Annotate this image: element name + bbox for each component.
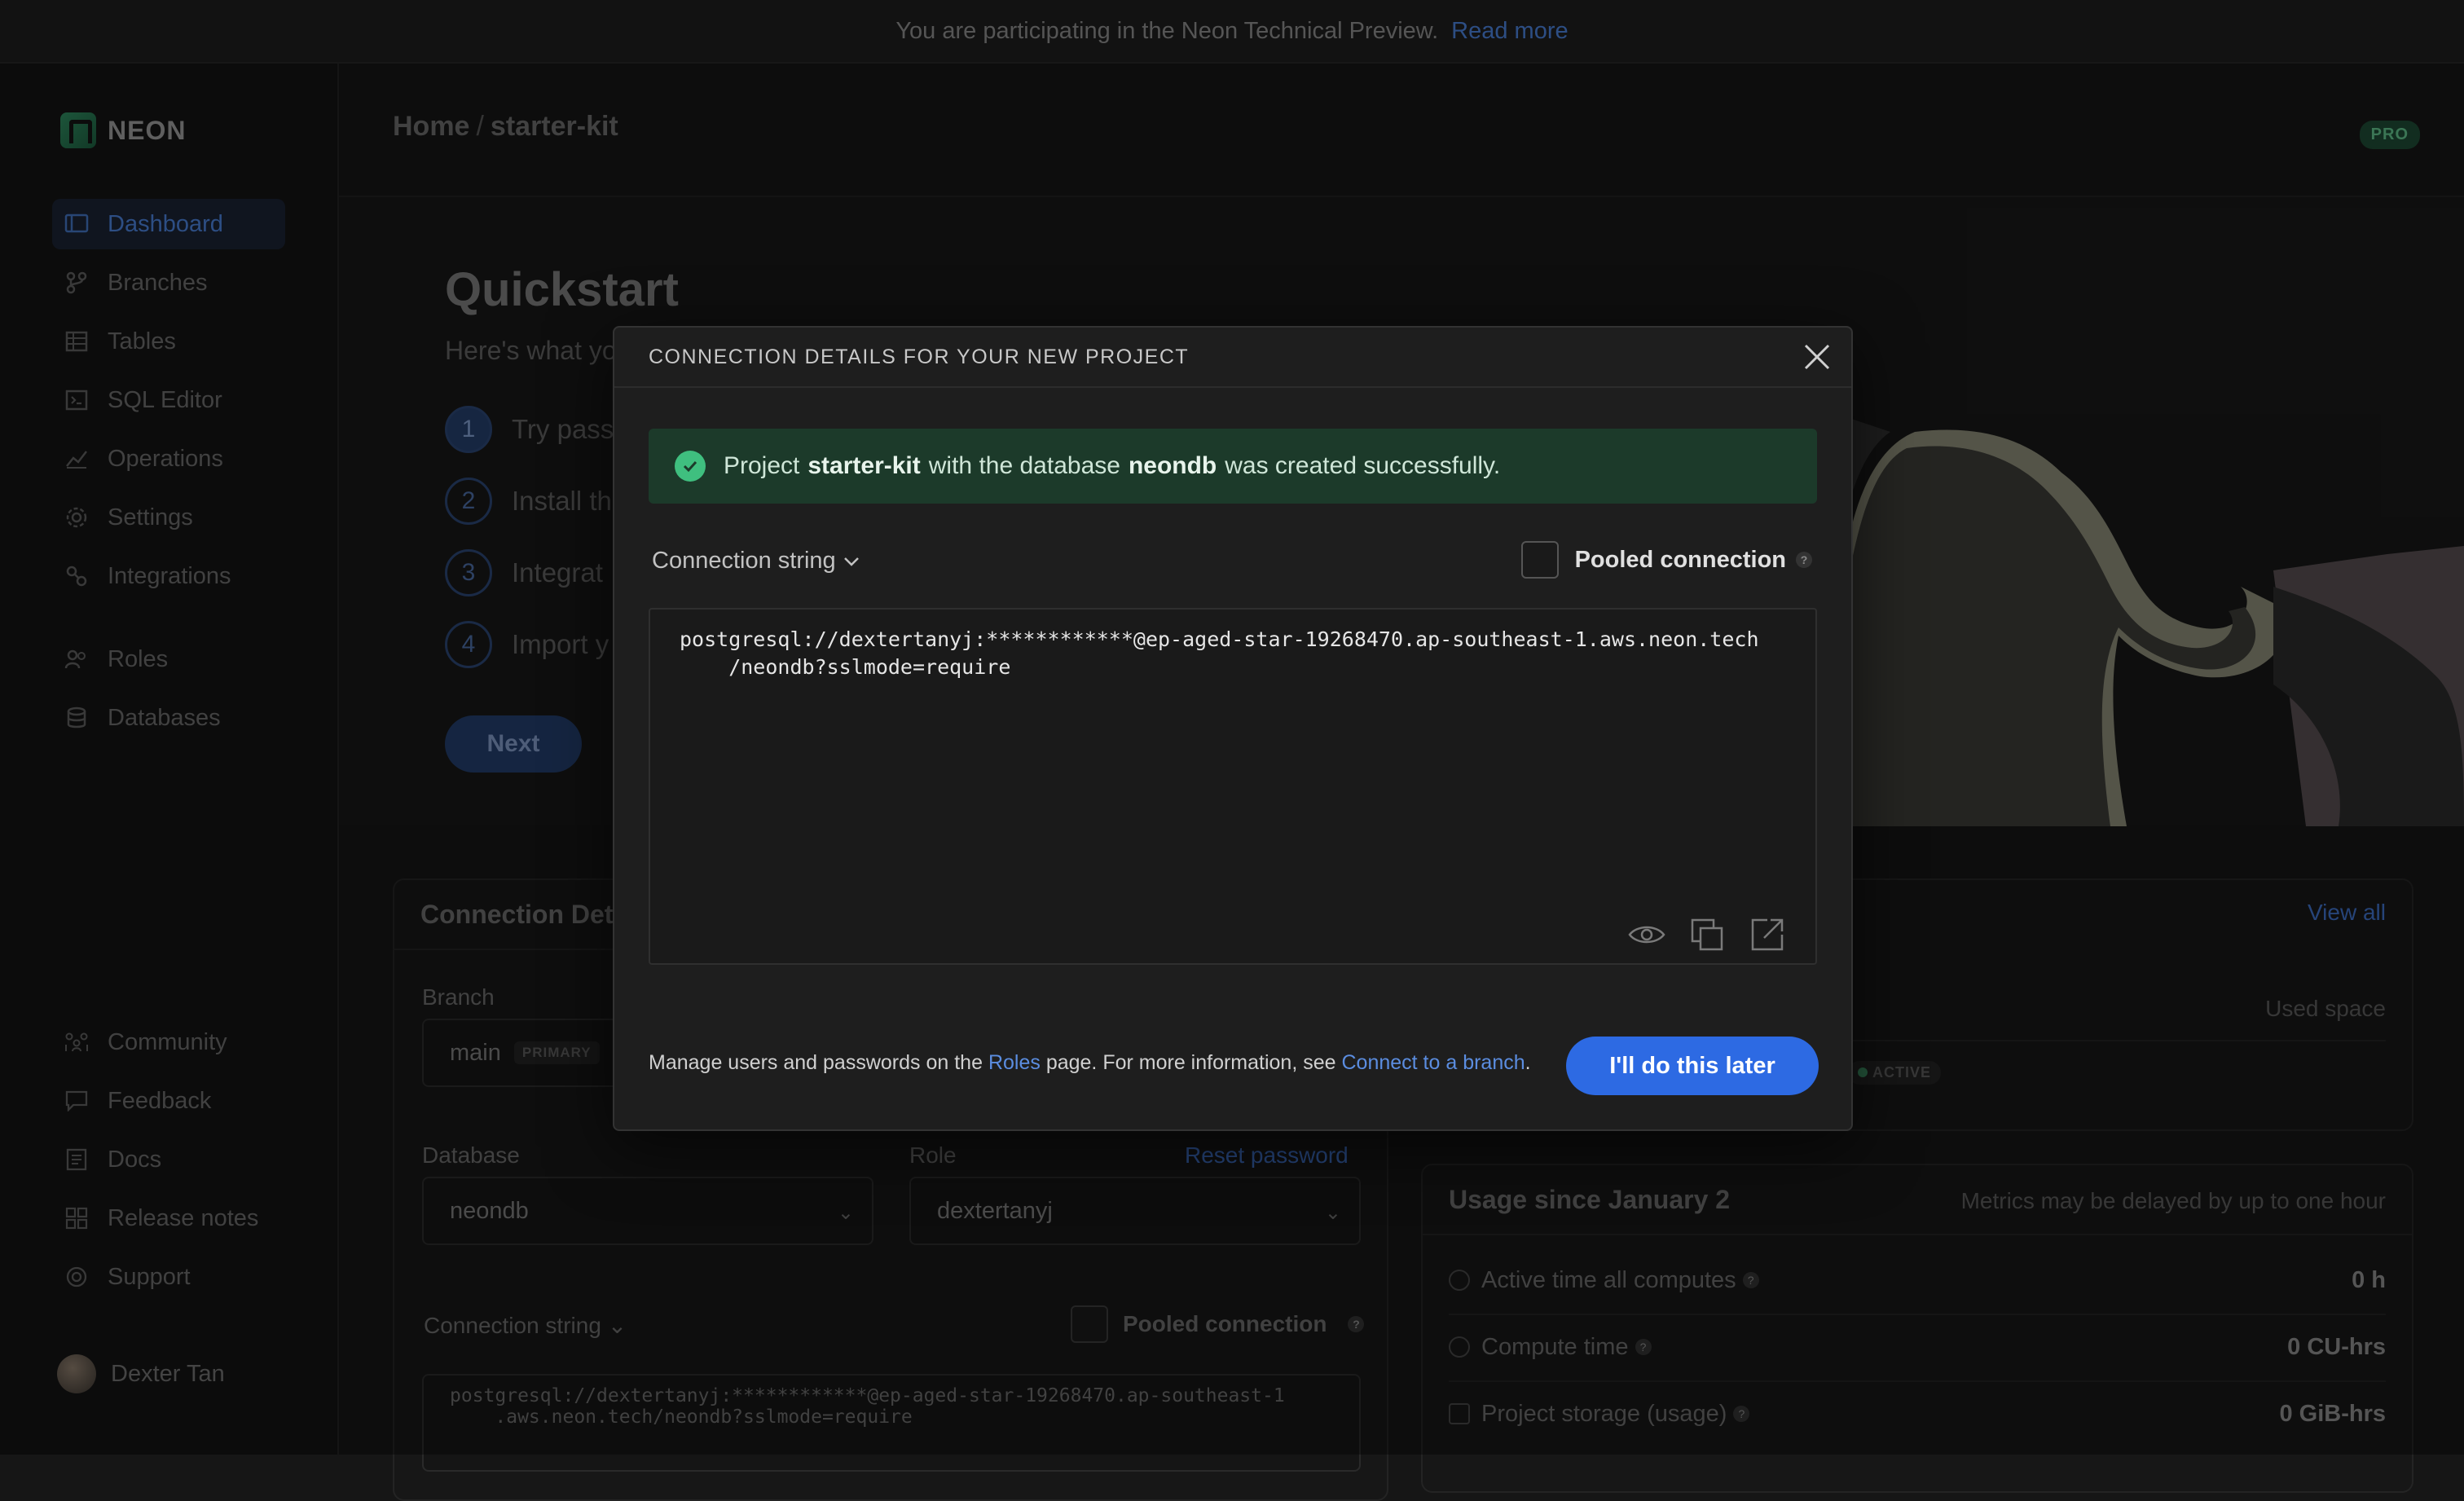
check-circle-icon [675,451,706,482]
modal-footer-text: Manage users and passwords on the Roles … [649,1051,1531,1075]
modal-header: CONNECTION DETAILS FOR YOUR NEW PROJECT [614,328,1851,388]
chevron-down-icon [843,548,860,574]
code-toolbar [1626,914,1788,955]
success-text-post: was created successfully. [1225,452,1501,479]
close-icon[interactable] [1801,341,1833,373]
success-text-pre: Project [724,452,800,479]
connection-string-code[interactable]: postgresql://dextertanyj:************@ep… [680,626,1759,681]
success-project-name: starter-kit [807,452,921,479]
connection-string-line: postgresql://dextertanyj:************@ep… [680,627,1759,651]
success-text-mid: with the database [928,452,1120,479]
roles-link[interactable]: Roles [988,1051,1041,1074]
copy-icon[interactable] [1687,914,1727,955]
eye-icon[interactable] [1626,914,1667,955]
external-link-icon[interactable] [1747,914,1788,955]
pooled-connection-toggle[interactable]: Pooled connection ? [1520,541,1812,579]
connection-string-label: Connection string [652,548,836,574]
connection-string-line: /neondb?sslmode=require [680,655,1011,679]
pooled-connection-label: Pooled connection [1574,546,1786,573]
success-database-name: neondb [1128,452,1217,479]
pooled-connection-checkbox[interactable] [1520,541,1559,579]
connection-details-modal: CONNECTION DETAILS FOR YOUR NEW PROJECT … [613,326,1853,1131]
footer-text-end: . [1525,1051,1531,1074]
do-this-later-button[interactable]: I'll do this later [1566,1037,1819,1095]
modal-title: CONNECTION DETAILS FOR YOUR NEW PROJECT [649,346,1190,368]
connect-to-branch-link[interactable]: Connect to a branch [1342,1051,1525,1074]
connection-string-box[interactable]: postgresql://dextertanyj:************@ep… [649,608,1817,965]
success-alert: Project starter-kit with the database ne… [649,429,1817,504]
connection-string-dropdown[interactable]: Connection string [652,548,860,574]
footer-text-mid: page. For more information, see [1045,1051,1336,1074]
help-icon[interactable]: ? [1796,552,1812,568]
footer-text-pre: Manage users and passwords on the [649,1051,983,1074]
